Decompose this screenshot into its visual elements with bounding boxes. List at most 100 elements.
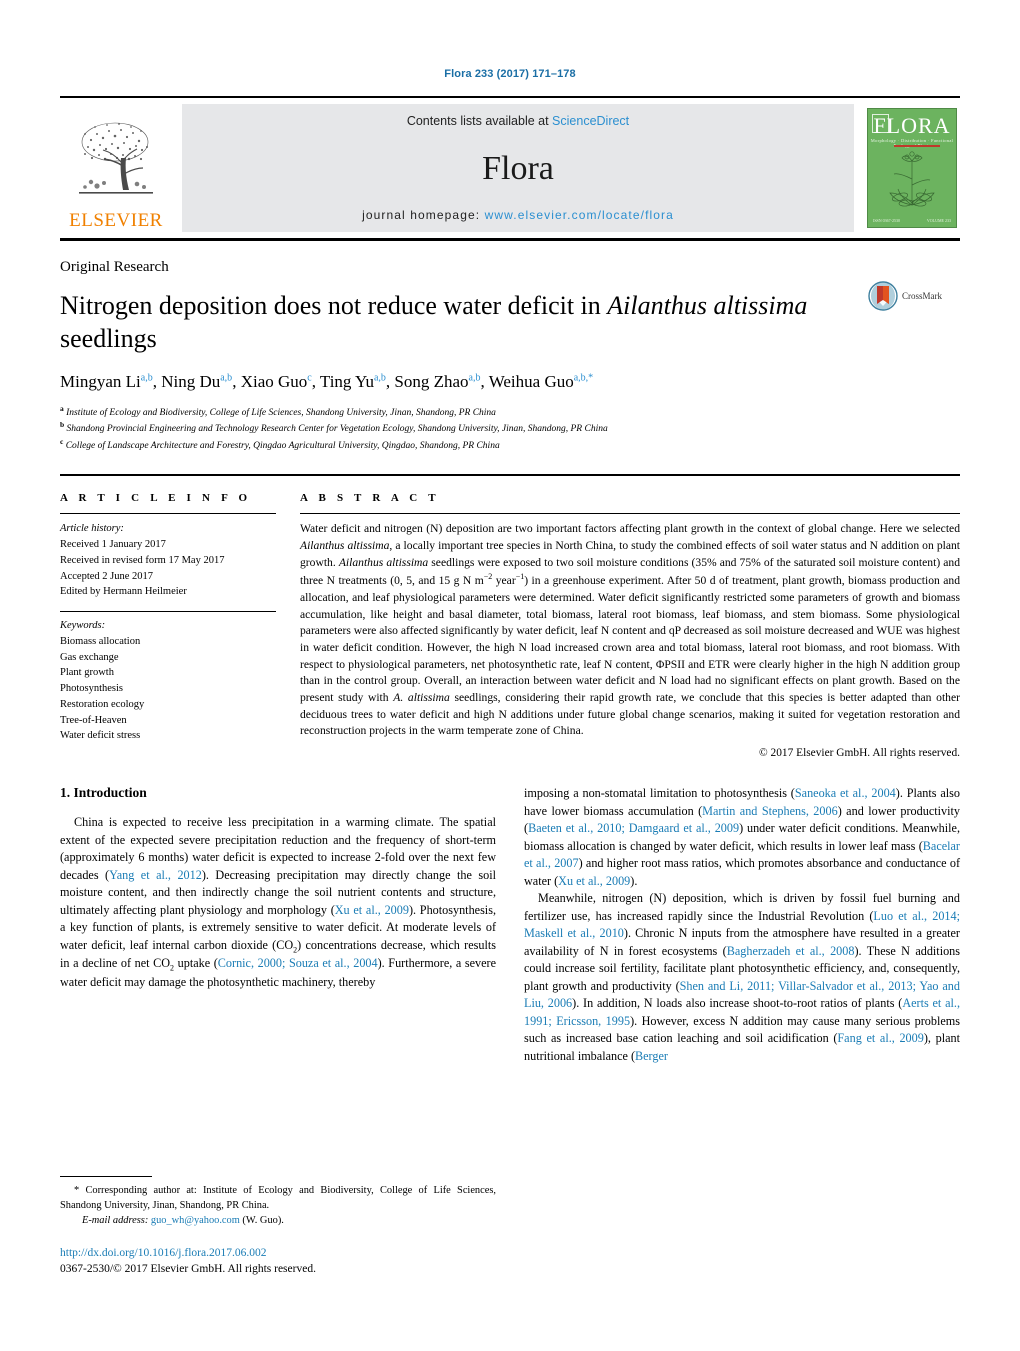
article-type-kicker: Original Research xyxy=(60,259,169,275)
author-affiliation-mark: c xyxy=(307,371,312,383)
abstract-column: A B S T R A C T Water deficit and nitrog… xyxy=(300,492,960,759)
article-history-label: Article history: xyxy=(60,523,124,535)
info-divider xyxy=(60,474,960,477)
citation-link[interactable]: Cornic, 2000; Souza et al., 2004 xyxy=(218,956,378,970)
author-name: Mingyan Li xyxy=(60,371,141,391)
keywords-rule xyxy=(60,611,276,613)
journal-homepage-link[interactable]: www.elsevier.com/locate/flora xyxy=(485,208,674,222)
cover-footer: ISSN 0367-2530 VOLUME 233 xyxy=(873,218,951,223)
citation-link[interactable]: Fang et al., 2009 xyxy=(837,1031,923,1045)
title-part-1: Nitrogen deposition does not reduce wate… xyxy=(60,291,608,320)
contents-line: Contents lists available at ScienceDirec… xyxy=(407,114,629,128)
title-block: Original Research CrossMark Nitrogen dep… xyxy=(60,259,960,454)
abstract-text: Water deficit and nitrogen (N) depositio… xyxy=(300,522,960,536)
author-name: Ting Yu xyxy=(319,371,374,391)
abstract-italic: Ailanthus altissima xyxy=(338,555,429,569)
sciencedirect-link[interactable]: ScienceDirect xyxy=(552,114,629,128)
cover-image: FLORA Morphology · Distribution · Functi… xyxy=(867,108,957,228)
author-name: Weihua Guo xyxy=(488,371,574,391)
article-info-rule xyxy=(60,513,276,515)
citation-link[interactable]: Martin and Stephens, 2006 xyxy=(702,804,838,818)
cover-title: FLORA xyxy=(873,113,951,138)
citation-link[interactable]: Baeten et al., 2010; Damgaard et al., 20… xyxy=(528,821,739,835)
affiliation-list: a Institute of Ecology and Biodiversity,… xyxy=(60,404,960,455)
journal-cover: FLORA Morphology · Distribution · Functi… xyxy=(864,104,960,232)
homepage-line: journal homepage: www.elsevier.com/locat… xyxy=(362,208,674,222)
author-name: Ning Du xyxy=(161,371,221,391)
author-affiliation-mark: a,b xyxy=(373,371,386,383)
affiliation-line: a Institute of Ecology and Biodiversity,… xyxy=(60,403,496,418)
homepage-prefix: journal homepage: xyxy=(362,208,485,222)
citation-link[interactable]: Bagherzadeh et al., 2008 xyxy=(727,944,855,958)
issn-copyright-line: 0367-2530/© 2017 Elsevier GmbH. All righ… xyxy=(60,1262,316,1275)
affiliation-mark: a xyxy=(60,403,64,413)
article-history-item: Edited by Hermann Heilmeier xyxy=(60,586,187,598)
intro-paragraph-right-2: Meanwhile, nitrogen (N) deposition, whic… xyxy=(524,890,960,1065)
journal-title: Flora xyxy=(482,150,554,187)
intro-paragraph-left: China is expected to receive less precip… xyxy=(60,814,496,992)
sciencedirect-band: Contents lists available at ScienceDirec… xyxy=(182,104,854,232)
body-columns: 1. Introduction China is expected to rec… xyxy=(60,785,960,1065)
intro-text: uptake ( xyxy=(174,956,218,971)
abstract-superscript: −2 xyxy=(483,572,493,582)
citation-link[interactable]: Berger xyxy=(635,1049,668,1063)
footnote-corresponding: Corresponding author at: Institute of Ec… xyxy=(60,1185,496,1211)
keyword-item: Gas exchange xyxy=(60,651,119,663)
article-info-heading: A R T I C L E I N F O xyxy=(60,492,252,505)
article-history-item: Received 1 January 2017 xyxy=(60,539,166,551)
intro-paragraph-right-1: imposing a non-stomatal limitation to ph… xyxy=(524,785,960,890)
info-abstract-row: A R T I C L E I N F O Article history: R… xyxy=(60,492,960,759)
affiliation-line: c College of Landscape Architecture and … xyxy=(60,437,500,452)
article-history: Article history: Received 1 January 2017… xyxy=(60,521,276,600)
elsevier-logo: ELSEVIER xyxy=(60,104,172,232)
footnote-text: * Corresponding author at: Institute of … xyxy=(60,1184,496,1228)
citation-link[interactable]: Yang et al., 2012 xyxy=(109,868,202,882)
crossmark-icon xyxy=(868,281,898,311)
citation-link[interactable]: Xu et al., 2009 xyxy=(335,903,409,917)
abstract-superscript: −1 xyxy=(515,572,525,582)
elsevier-tree-icon xyxy=(79,122,153,194)
keyword-item: Water deficit stress xyxy=(60,730,141,742)
article-page: Flora 233 (2017) 171–178 ELSEVIER Conten… xyxy=(0,0,1020,1351)
email-link[interactable]: guo_wh@yahoo.com xyxy=(151,1215,240,1226)
corresponding-author-footnote: * Corresponding author at: Institute of … xyxy=(60,1176,496,1228)
author-affiliation-mark: a,b xyxy=(468,371,481,383)
doi-link[interactable]: http://dx.doi.org/10.1016/j.flora.2017.0… xyxy=(60,1246,496,1262)
abstract-italic: A. altissima xyxy=(393,691,450,704)
footnote-star: * xyxy=(74,1185,80,1196)
citation-link[interactable]: Saneoka et al., 2004 xyxy=(795,786,896,800)
abstract-rule xyxy=(300,513,960,515)
email-label: E-mail address: xyxy=(82,1214,149,1226)
email-suffix: (W. Guo). xyxy=(239,1214,284,1226)
body-column-right: imposing a non-stomatal limitation to ph… xyxy=(524,785,960,1065)
intro-text: ). xyxy=(630,873,638,888)
affiliation-line: b Shandong Provincial Engineering and Te… xyxy=(60,420,608,435)
author-list: Mingyan Lia,b, Ning Dua,b, Xiao Guoc, Ti… xyxy=(60,371,594,391)
author-affiliation-mark: a,b xyxy=(140,371,153,383)
intro-text: imposing a non-stomatal limitation to ph… xyxy=(524,786,795,801)
title-species: Ailanthus altissima xyxy=(607,291,808,320)
keyword-item: Biomass allocation xyxy=(60,635,141,647)
affiliation-mark: b xyxy=(60,420,65,430)
article-history-item: Received in revised form 17 May 2017 xyxy=(60,554,225,566)
keywords-block: Keywords: Biomass allocation Gas exchange… xyxy=(60,611,276,744)
abstract-italic: Ailanthus altissima xyxy=(300,538,390,552)
abstract-text: Water deficit and nitrogen (N) depositio… xyxy=(300,521,960,740)
doi-block: http://dx.doi.org/10.1016/j.flora.2017.0… xyxy=(60,1246,496,1277)
cover-footer-left: ISSN 0367-2530 xyxy=(873,218,901,223)
keywords: Keywords: Biomass allocation Gas exchange… xyxy=(60,618,276,744)
affiliation-mark: c xyxy=(60,437,64,447)
citation-link[interactable]: Xu et al., 2009 xyxy=(558,874,630,888)
keywords-label: Keywords: xyxy=(60,620,106,632)
body-column-left: 1. Introduction China is expected to rec… xyxy=(60,785,496,1065)
keyword-item: Photosynthesis xyxy=(60,683,124,695)
author-affiliation-mark: a,b,* xyxy=(573,371,594,383)
cover-plant-icon xyxy=(889,151,935,207)
author-name: Song Zhao xyxy=(394,371,469,391)
elsevier-wordmark: ELSEVIER xyxy=(69,210,163,231)
section-heading-introduction: 1. Introduction xyxy=(60,785,147,801)
abstract-text: ) in a greenhouse experiment. After 50 d… xyxy=(300,574,960,704)
crossmark-badge[interactable]: CrossMark xyxy=(868,281,960,311)
article-history-item: Accepted 2 June 2017 xyxy=(60,570,154,582)
contents-prefix: Contents lists available at xyxy=(406,114,553,128)
